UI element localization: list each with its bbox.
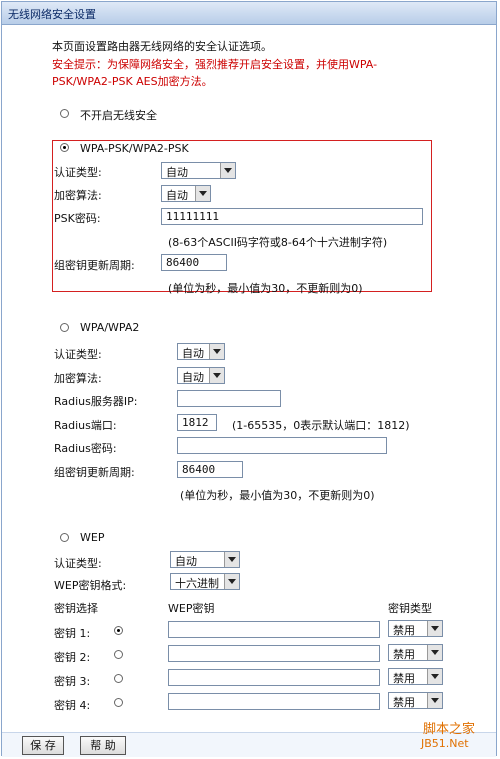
key1-type-value: 禁用: [393, 624, 415, 637]
key4-input[interactable]: [168, 693, 380, 710]
chevron-down-icon: [427, 669, 442, 684]
chevron-down-icon: [209, 368, 224, 383]
key3-input[interactable]: [168, 669, 380, 686]
radius-password-label: Radius密码:: [54, 442, 117, 455]
wep-format-select[interactable]: 十六进制: [170, 573, 240, 590]
wpa-auth-select[interactable]: 自动: [177, 343, 225, 360]
key2-type-select[interactable]: 禁用: [388, 644, 443, 661]
wep-auth-select[interactable]: 自动: [170, 551, 240, 568]
no-security-label: 不开启无线安全: [80, 109, 157, 122]
wpa-psk-auth-label: 认证类型:: [54, 166, 102, 179]
intro-text: 本页面设置路由器无线网络的安全认证选项。: [52, 40, 272, 53]
radius-port-label: Radius端口:: [54, 419, 117, 432]
chevron-down-icon: [427, 645, 442, 660]
wpa-auth-value: 自动: [182, 347, 204, 360]
psk-password-label: PSK密码:: [54, 212, 101, 225]
wep-radio[interactable]: [60, 533, 69, 542]
security-warning-line2: PSK/WPA2-PSK AES加密方法。: [52, 75, 213, 88]
chevron-down-icon: [224, 574, 239, 589]
watermark-site: JB51.Net: [421, 737, 469, 750]
wpa-psk-auth-select[interactable]: 自动: [161, 162, 236, 179]
chevron-down-icon: [427, 621, 442, 636]
chevron-down-icon: [195, 186, 210, 201]
key2-type-value: 禁用: [393, 648, 415, 661]
key2-label: 密钥 2:: [54, 651, 91, 664]
watermark-logo: 脚本之家: [423, 722, 476, 737]
wpa-psk-enc-value: 自动: [166, 189, 188, 202]
title-bar: 无线网络安全设置: [2, 2, 496, 25]
wep-key-header: WEP密钥: [168, 602, 215, 615]
wep-format-value: 十六进制: [175, 577, 219, 590]
key-type-header: 密钥类型: [388, 602, 432, 615]
psk-password-hint: (8-63个ASCII码字符或8-64个十六进制字符): [168, 236, 388, 249]
wpa-radio[interactable]: [60, 323, 69, 332]
key1-type-select[interactable]: 禁用: [388, 620, 443, 637]
wpa-psk-enc-select[interactable]: 自动: [161, 185, 211, 202]
wpa-psk-renew-hint: (单位为秒，最小值为30，不更新则为0): [168, 282, 363, 295]
wep-auth-label: 认证类型:: [54, 557, 102, 570]
key1-radio[interactable]: [114, 626, 123, 635]
psk-password-input[interactable]: 11111111: [161, 208, 423, 225]
key1-input[interactable]: [168, 621, 380, 638]
key4-label: 密钥 4:: [54, 699, 91, 712]
wpa-psk-renew-label: 组密钥更新周期:: [54, 259, 135, 272]
radius-port-hint: (1-65535，0表示默认端口：1812): [232, 419, 410, 432]
help-button[interactable]: 帮 助: [80, 736, 126, 755]
key2-input[interactable]: [168, 645, 380, 662]
chevron-down-icon: [224, 552, 239, 567]
radius-port-input[interactable]: 1812: [177, 414, 217, 431]
wpa-psk-enc-label: 加密算法:: [54, 189, 102, 202]
key-select-header: 密钥选择: [54, 602, 98, 615]
key2-radio[interactable]: [114, 650, 123, 659]
wep-auth-value: 自动: [175, 555, 197, 568]
key3-label: 密钥 3:: [54, 675, 91, 688]
wpa-psk-auth-value: 自动: [166, 166, 188, 179]
window-title: 无线网络安全设置: [8, 8, 96, 21]
wpa-renew-input[interactable]: 86400: [177, 461, 243, 478]
chevron-down-icon: [209, 344, 224, 359]
key3-type-select[interactable]: 禁用: [388, 668, 443, 685]
no-security-radio[interactable]: [60, 109, 69, 118]
security-warning-line1: 安全提示：为保障网络安全，强烈推荐开启安全设置，并使用WPA-: [52, 58, 378, 71]
key3-radio[interactable]: [114, 674, 123, 683]
chevron-down-icon: [220, 163, 235, 178]
key1-label: 密钥 1:: [54, 627, 91, 640]
wep-format-label: WEP密钥格式:: [54, 579, 127, 592]
radius-ip-input[interactable]: [177, 390, 281, 407]
key4-radio[interactable]: [114, 698, 123, 707]
wpa-renew-label: 组密钥更新周期:: [54, 466, 135, 479]
wpa-enc-label: 加密算法:: [54, 372, 102, 385]
wpa-label: WPA/WPA2: [80, 321, 140, 334]
key3-type-value: 禁用: [393, 672, 415, 685]
wpa-psk-radio[interactable]: [60, 143, 69, 152]
key4-type-value: 禁用: [393, 696, 415, 709]
wep-label: WEP: [80, 531, 105, 544]
wpa-enc-value: 自动: [182, 371, 204, 384]
wpa-psk-label: WPA-PSK/WPA2-PSK: [80, 142, 189, 155]
key4-type-select[interactable]: 禁用: [388, 692, 443, 709]
wpa-enc-select[interactable]: 自动: [177, 367, 225, 384]
radius-password-input[interactable]: [177, 437, 387, 454]
wpa-psk-renew-input[interactable]: 86400: [161, 254, 227, 271]
save-button[interactable]: 保 存: [22, 736, 64, 755]
chevron-down-icon: [427, 693, 442, 708]
wpa-renew-hint: (单位为秒，最小值为30，不更新则为0): [180, 489, 375, 502]
wpa-auth-label: 认证类型:: [54, 348, 102, 361]
radius-ip-label: Radius服务器IP:: [54, 395, 138, 408]
